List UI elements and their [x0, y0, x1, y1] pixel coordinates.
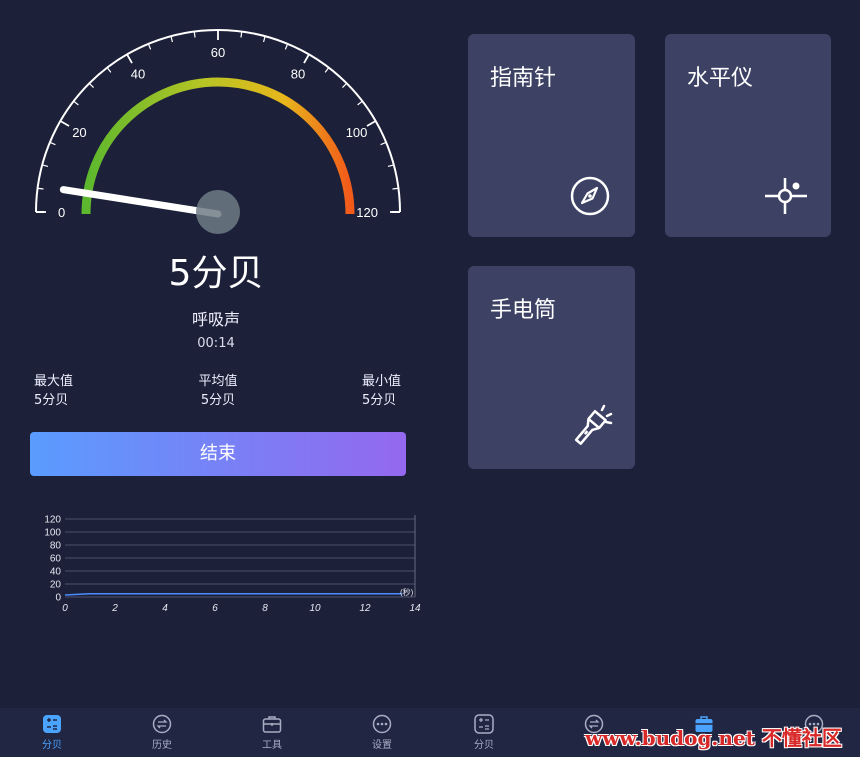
level-card[interactable]: 水平仪 — [665, 34, 831, 237]
tab-tools-label: 工具 — [262, 740, 282, 751]
avg-stat: 平均值 5分贝 — [196, 372, 240, 410]
gauge-hub — [196, 190, 240, 234]
level-card-title: 水平仪 — [687, 66, 754, 91]
min-stat: 最小值 5分贝 — [362, 372, 401, 410]
decibel-gauge: 0 20 40 60 80 100 120 — [35, 29, 401, 234]
toolbox-icon — [262, 716, 282, 733]
chart-ytick-label: 40 — [50, 567, 62, 578]
gauge-tick — [387, 164, 394, 168]
decibel-readout: 5分贝 — [168, 253, 264, 294]
compass-card-title: 指南针 — [490, 66, 557, 91]
gauge-tick — [170, 36, 174, 43]
gauge-scale-label: 120 — [356, 205, 378, 220]
gauge-tick — [88, 82, 94, 88]
calculator-icon — [474, 714, 494, 734]
flashlight-icon — [574, 404, 613, 445]
calculator-icon — [43, 715, 61, 733]
chart-ytick-label: 0 — [55, 593, 61, 604]
gauge-scale-label: 40 — [131, 66, 145, 81]
chart-xtick-label: 14 — [409, 603, 421, 614]
gauge-tick — [42, 164, 49, 168]
gauge-tick — [37, 187, 44, 190]
chart-ytick-label: 60 — [50, 554, 62, 565]
chart-ytick-label: 80 — [50, 541, 62, 552]
gauge-tick — [366, 120, 377, 127]
gauge-tick — [357, 100, 363, 106]
tab-decibel-label: 分贝 — [42, 740, 62, 751]
chart-ytick-label: 120 — [44, 515, 61, 526]
tab-history[interactable]: 历史 — [132, 714, 192, 751]
more-icon — [372, 714, 392, 734]
avg-label: 平均值 — [198, 374, 238, 389]
gauge-tick — [342, 82, 348, 88]
chart-unit-marker: (秒) — [400, 587, 414, 597]
max-stat: 最大值 5分贝 — [34, 372, 73, 410]
sound-description: 呼吸声 — [191, 310, 240, 329]
end-button[interactable]: 结束 — [30, 432, 406, 476]
flashlight-card-title: 手电筒 — [490, 298, 557, 323]
compass-card[interactable]: 指南针 — [468, 34, 635, 237]
tab-decibel-right-label: 分贝 — [474, 740, 494, 751]
max-label: 最大值 — [34, 374, 74, 389]
gauge-tick — [59, 120, 70, 127]
tab-tools[interactable]: 工具 — [242, 714, 302, 751]
min-value: 5分贝 — [362, 393, 397, 408]
min-label: 最小值 — [362, 374, 402, 389]
history-icon — [152, 714, 172, 734]
gauge-tick — [303, 53, 310, 64]
history-line-chart: 0 20 40 60 80 100 120 0 2 4 6 8 10 12 14 (秒) — [44, 515, 421, 615]
tab-decibel[interactable]: 分贝 — [22, 714, 82, 751]
tools-screen: 指南针 水平仪 手电筒 — [432, 0, 860, 757]
elapsed-timer: 00:14 — [197, 336, 235, 351]
gauge-scale-label: 60 — [211, 45, 225, 60]
decibel-meter-screen: 0 20 40 60 80 100 120 5分贝 呼吸声 00:14 最大值 5分贝 平均… — [0, 0, 432, 757]
tab-settings[interactable]: 设置 — [352, 714, 412, 751]
gauge-tick — [392, 187, 399, 190]
gauge-tick — [49, 141, 56, 146]
avg-value: 5分贝 — [200, 393, 236, 408]
chart-xtick-label: 10 — [309, 603, 321, 614]
gauge-tick — [126, 53, 133, 64]
tab-settings-label: 设置 — [372, 740, 392, 751]
gauge-scale-label: 0 — [58, 205, 65, 220]
gauge-tick — [324, 67, 330, 73]
tab-decibel-right[interactable]: 分贝 — [454, 714, 514, 751]
chart-series-line — [64, 593, 403, 596]
gauge-scale-label: 80 — [291, 66, 305, 81]
gauge-tick — [380, 141, 387, 146]
gauge-tick — [240, 31, 243, 38]
chart-xtick-label: 2 — [111, 603, 118, 614]
chart-ytick-label: 100 — [44, 528, 61, 539]
gauge-tick — [147, 43, 152, 50]
chart-xtick-label: 12 — [359, 603, 371, 614]
bottom-tab-bar: 分贝 历史 工具 设置 — [0, 708, 432, 757]
gauge-tick — [73, 100, 79, 106]
gauge-scale-label: 20 — [72, 125, 86, 140]
gauge-scale-label: 100 — [346, 125, 368, 140]
max-value: 5分贝 — [34, 393, 69, 408]
gauge-tick — [106, 67, 112, 73]
chart-xtick-label: 6 — [212, 603, 218, 614]
compass-icon — [570, 176, 610, 216]
level-icon — [765, 178, 807, 214]
gauge-tick — [262, 36, 266, 43]
chart-xtick-label: 8 — [262, 603, 268, 614]
chart-xtick-label: 4 — [162, 603, 168, 614]
chart-xtick-label: 0 — [62, 603, 68, 614]
site-watermark: www.budog.net 不懂社区 — [585, 726, 842, 750]
flashlight-card[interactable]: 手电筒 — [468, 266, 635, 469]
tab-history-label: 历史 — [152, 740, 172, 751]
gauge-tick — [193, 31, 196, 38]
chart-ytick-label: 20 — [50, 580, 62, 591]
gauge-tick — [284, 43, 289, 50]
